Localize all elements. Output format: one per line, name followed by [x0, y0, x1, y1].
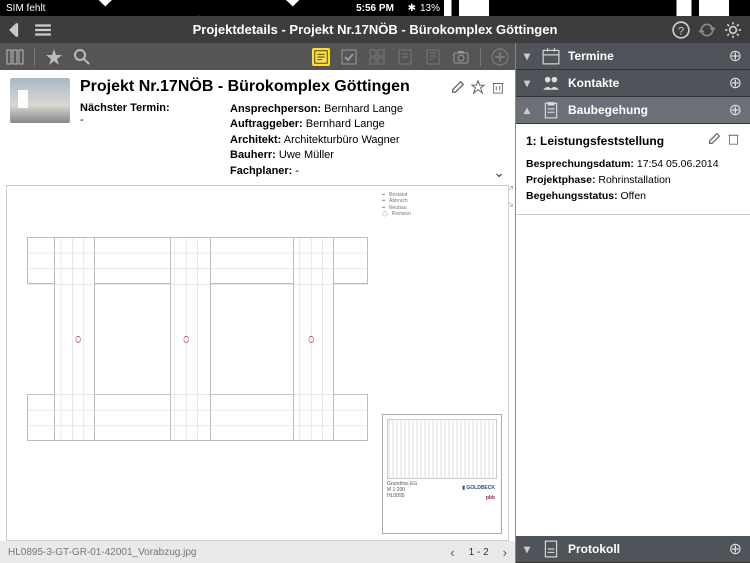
plan-viewer[interactable]: ⤢ ⤡: [0, 183, 515, 541]
chevron-down-icon: ▾: [524, 542, 534, 556]
section-termine[interactable]: ▾ Termine ⊕: [516, 43, 750, 70]
star-icon[interactable]: [471, 80, 485, 94]
section-protokoll[interactable]: ▾ Protokoll ⊕: [516, 536, 750, 563]
begehung-title: 1: Leistungsfeststellung: [526, 134, 702, 148]
section-kontakte[interactable]: ▾ Kontakte ⊕: [516, 70, 750, 97]
plan-pager: HL0895-3-GT-GR-01-42001_Vorabzug.jpg ‹ 1…: [0, 541, 515, 563]
add-begehung-icon[interactable]: ⊕: [729, 100, 742, 120]
project-info-panel: Projekt Nr.17NÖB - Bürokomplex Göttingen…: [0, 70, 515, 183]
tool-check-icon[interactable]: [340, 48, 358, 66]
plan-legend: ━Bestand ━Abbruch ━Neubau ◯Revision: [382, 192, 502, 272]
pager-next-icon[interactable]: ›: [503, 545, 507, 560]
chevron-up-icon: ▴: [524, 103, 534, 117]
app-header: Projektdetails - Projekt Nr.17NÖB - Büro…: [0, 16, 750, 43]
menu-icon[interactable]: [34, 21, 52, 39]
view-columns-icon[interactable]: [6, 48, 24, 66]
pager-prev-icon[interactable]: ‹: [450, 545, 454, 560]
tool-grid-icon[interactable]: [368, 48, 386, 66]
svg-text:?: ?: [678, 25, 684, 37]
edit-begehung-icon[interactable]: [708, 132, 721, 150]
carrier-text: SIM fehlt: [6, 3, 45, 14]
tool-note-icon[interactable]: [312, 48, 330, 66]
begehung-details: 1: Leistungsfeststellung Besprechungsdat…: [516, 124, 750, 215]
add-kontakt-icon[interactable]: ⊕: [729, 73, 742, 93]
plan-titleblock: ▮ GOLDBECK pbb Grundriss EGM 1:200HL0895: [382, 414, 502, 534]
delete-begehung-icon[interactable]: [727, 132, 740, 150]
tool-attach-icon[interactable]: [424, 48, 442, 66]
contacts-icon: [542, 74, 560, 92]
bluetooth-icon: ✱: [408, 3, 416, 14]
clock: 5:56 PM: [356, 3, 394, 14]
add-termin-icon[interactable]: ⊕: [729, 46, 742, 66]
document-icon: [542, 540, 560, 558]
pager-page: 1 - 2: [469, 547, 489, 558]
section-baubegehung[interactable]: ▴ Baubegehung ⊕: [516, 97, 750, 124]
battery-percent: 13%: [420, 3, 440, 14]
add-icon[interactable]: [491, 48, 509, 66]
calendar-icon: [542, 47, 560, 65]
nav-back-icon[interactable]: [8, 21, 26, 39]
next-date-value: -: [80, 114, 84, 126]
settings-icon[interactable]: [724, 21, 742, 39]
plan-filename: HL0895-3-GT-GR-01-42001_Vorabzug.jpg: [8, 547, 440, 558]
help-icon[interactable]: ?: [672, 21, 690, 39]
clipboard-icon: [542, 101, 560, 119]
expand-chevron-icon[interactable]: ⌄: [493, 164, 505, 181]
project-toolbar: [0, 43, 515, 70]
project-thumbnail[interactable]: [10, 78, 70, 123]
project-title: Projekt Nr.17NÖB - Bürokomplex Göttingen: [80, 78, 445, 96]
next-date-label: Nächster Termin:: [80, 102, 170, 114]
delete-icon[interactable]: [491, 80, 505, 94]
tool-doc-icon[interactable]: [396, 48, 414, 66]
page-title: Projektdetails - Projekt Nr.17NÖB - Büro…: [193, 22, 558, 37]
search-icon[interactable]: [73, 48, 91, 66]
plan-image[interactable]: ━Bestand ━Abbruch ━Neubau ◯Revision ▮ GO…: [6, 185, 509, 541]
favorite-icon[interactable]: [45, 48, 63, 66]
chevron-down-icon: ▾: [524, 76, 534, 90]
tool-camera-icon[interactable]: [452, 48, 470, 66]
ios-status-bar: SIM fehlt 5:56 PM ✱ 13%: [0, 0, 750, 16]
sync-icon[interactable]: [698, 21, 716, 39]
edit-icon[interactable]: [451, 80, 465, 94]
chevron-down-icon: ▾: [524, 49, 534, 63]
add-protokoll-icon[interactable]: ⊕: [729, 539, 742, 559]
